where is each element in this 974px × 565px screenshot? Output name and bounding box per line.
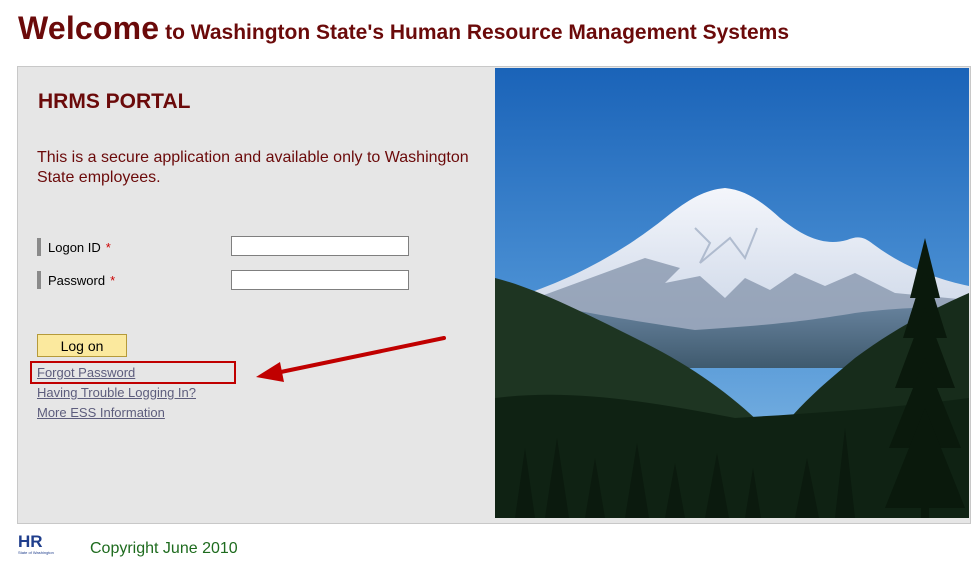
welcome-word: Welcome <box>18 10 160 46</box>
logon-id-label-text: Logon ID <box>48 239 101 255</box>
required-marker: * <box>110 272 116 288</box>
copyright-text: Copyright June 2010 <box>90 540 238 557</box>
password-input[interactable] <box>231 270 409 290</box>
svg-text:State of Washington: State of Washington <box>18 550 54 555</box>
trouble-logging-in-link[interactable]: Having Trouble Logging In? <box>37 385 196 400</box>
label-marker <box>37 271 41 289</box>
title-rest: to Washington State's Human Resource Man… <box>159 21 789 44</box>
annotation-arrow-icon <box>256 336 446 382</box>
portal-title: HRMS PORTAL <box>38 90 191 113</box>
logon-id-label: Logon ID * <box>37 236 111 258</box>
password-label: Password * <box>37 269 115 291</box>
required-marker: * <box>105 239 111 255</box>
highlight-box <box>30 361 236 384</box>
hr-logo: HR State of Washington <box>16 532 72 556</box>
logon-id-input[interactable] <box>231 236 409 256</box>
svg-text:HR: HR <box>18 532 43 551</box>
more-ess-information-link[interactable]: More ESS Information <box>37 405 165 420</box>
password-label-text: Password <box>48 272 106 288</box>
logon-button[interactable]: Log on <box>37 334 127 357</box>
intro-text: This is a secure application and availab… <box>37 149 469 186</box>
page-title: Welcome to Washington State's Human Reso… <box>18 10 789 47</box>
mount-rainier-photo <box>495 68 969 518</box>
label-marker <box>37 238 41 256</box>
